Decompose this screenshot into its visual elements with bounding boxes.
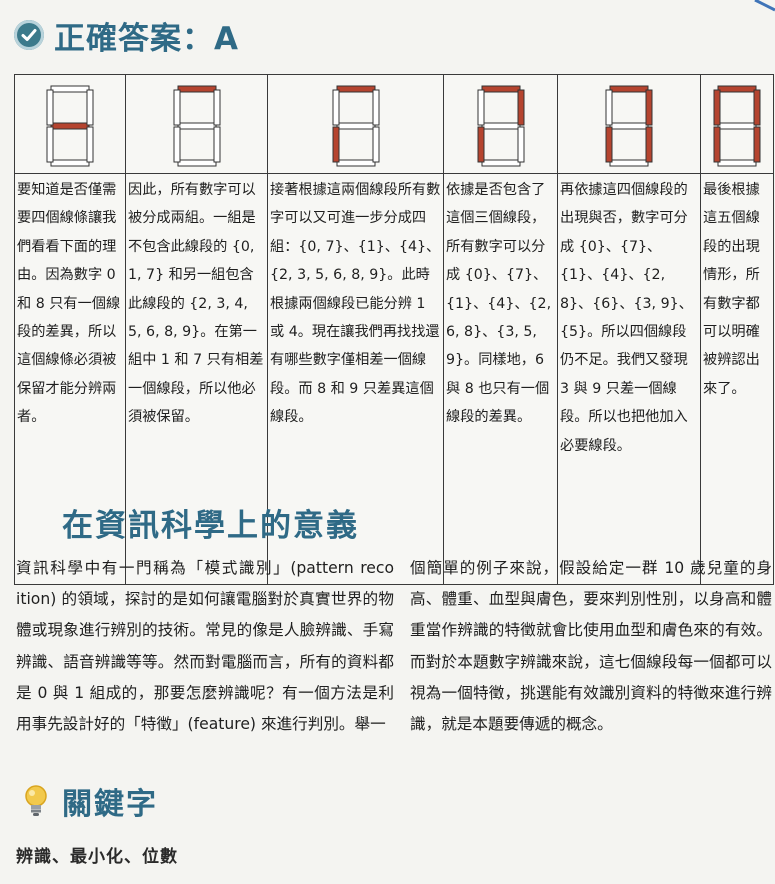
segment-g-off — [336, 122, 375, 130]
answer-title: 正確答案：A — [54, 20, 239, 57]
segment-d-off — [609, 159, 649, 167]
corner-decoration — [754, 0, 775, 12]
segment-row — [14, 74, 774, 174]
segment-e-on — [605, 126, 613, 163]
keyword-header: 關鍵字 — [22, 778, 158, 824]
segment-a-on — [177, 85, 216, 93]
page: 正確答案：A 要知道是否僅需要四個線條讓我們看看下面的理由。因為數字 0 和 8… — [0, 0, 775, 884]
segment-d-off — [50, 159, 90, 167]
lightbulb-icon — [25, 785, 47, 816]
segment-f-on — [713, 89, 721, 126]
check-circle-icon — [14, 20, 44, 50]
segment-g-off — [609, 122, 649, 130]
keyword-list: 辨識、最小化、位數 — [16, 847, 178, 867]
segment-a-on — [717, 85, 757, 93]
step-2-segment-diagram — [125, 74, 268, 174]
section-title: 在資訊科學上的意義 — [62, 508, 359, 544]
segment-f-off — [173, 89, 180, 126]
paragraph-left: 資訊科學中有一門稱為「模式識別」(pattern reco ition) 的領域… — [16, 559, 394, 734]
segment-c-off — [372, 126, 379, 163]
segment-g-on — [50, 122, 90, 130]
step-1-segment-diagram — [14, 74, 126, 174]
keyword-title: 關鍵字 — [62, 787, 158, 822]
segment-e-off — [46, 126, 54, 163]
answer-header: 正確答案：A — [14, 10, 239, 60]
step-6-segment-diagram — [700, 74, 774, 174]
segment-c-off — [517, 126, 524, 163]
segment-e-on — [713, 126, 721, 163]
segment-d-off — [481, 159, 520, 167]
segment-f-off — [332, 89, 339, 126]
segment-d-off — [717, 159, 757, 167]
segment-f-off — [477, 89, 484, 126]
segment-e-on — [477, 126, 484, 163]
paragraph-right: 個簡單的例子來說，假設給定一群 10 歲兒童的身高、體重、血型與膚色，要來判別性… — [410, 559, 772, 734]
segment-a-on — [481, 85, 520, 93]
step-6-text: 最後根據這五個線段的出現情形，所有數字都可以明確被辨認出來了。 — [700, 173, 774, 585]
segment-d-off — [177, 159, 216, 167]
segment-d-off — [336, 159, 375, 167]
segment-g-off — [717, 122, 757, 130]
segment-a-on — [336, 85, 375, 93]
segment-g-off — [481, 122, 520, 130]
segment-b-on — [517, 89, 524, 126]
segment-c-off — [86, 126, 94, 163]
step-4-segment-diagram — [443, 74, 558, 174]
segment-f-off — [46, 89, 54, 126]
segment-e-on — [332, 126, 339, 163]
segment-a-off — [50, 85, 90, 93]
segment-b-off — [372, 89, 379, 126]
segment-g-off — [177, 122, 216, 130]
segment-f-off — [605, 89, 613, 126]
step-3-segment-diagram — [267, 74, 444, 174]
segment-e-off — [173, 126, 180, 163]
segment-a-on — [609, 85, 649, 93]
segment-b-on — [645, 89, 653, 126]
step-4-text: 依據是否包含了這個三個線段，所有數字可以分成 {0}、{7}、{1}、{4}、{… — [443, 173, 558, 585]
segment-b-on — [753, 89, 761, 126]
step-5-segment-diagram — [557, 74, 701, 174]
segment-b-off — [213, 89, 220, 126]
segment-c-on — [645, 126, 653, 163]
segment-c-on — [753, 126, 761, 163]
segment-c-off — [213, 126, 220, 163]
step-5-text: 再依據這四個線段的出現與否，數字可分成 {0}、{7}、{1}、{4}、{2, … — [557, 173, 701, 585]
segment-b-off — [86, 89, 94, 126]
